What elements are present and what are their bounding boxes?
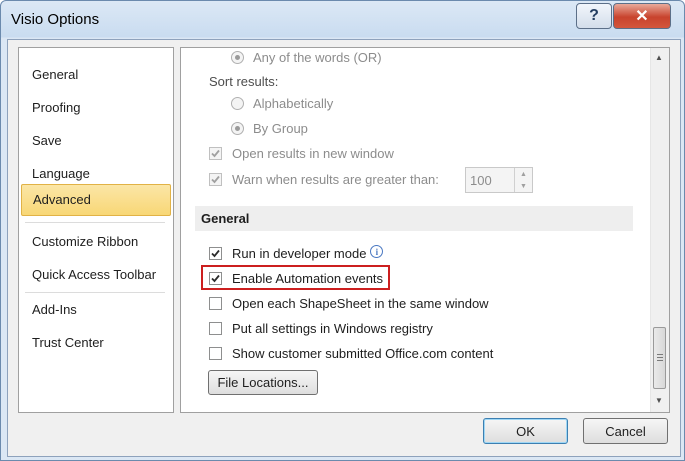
general-section-header: General	[195, 206, 633, 231]
spinner-up-icon[interactable]: ▲	[514, 168, 532, 180]
checkbox-automation-events[interactable]	[209, 272, 222, 285]
scrollbar-thumb[interactable]	[653, 327, 666, 389]
help-button[interactable]: ?	[576, 3, 612, 29]
dialog-body: General Proofing Save Language Advanced …	[7, 39, 681, 457]
sort-results-label: Sort results:	[209, 74, 279, 89]
nav-item-trust-center[interactable]: Trust Center	[21, 328, 171, 358]
radio-alphabetically[interactable]	[231, 97, 244, 110]
radio-by-group[interactable]	[231, 122, 244, 135]
checkbox-developer-mode[interactable]	[209, 247, 222, 260]
option-label: Show customer submitted Office.com conte…	[232, 346, 494, 361]
checkbox-warn-results[interactable]	[209, 173, 222, 186]
cancel-button[interactable]: Cancel	[583, 418, 668, 444]
checkbox-open-new-window[interactable]	[209, 147, 222, 160]
radio-any-words[interactable]	[231, 51, 244, 64]
category-list: General Proofing Save Language Advanced …	[18, 47, 174, 413]
option-developer-mode[interactable]: Run in developer mode i	[209, 245, 384, 261]
checkbox-shapesheet-same-window[interactable]	[209, 297, 222, 310]
title-bar: Visio Options ? ✕	[1, 1, 684, 39]
advanced-options-panel: Any of the words (OR) Sort results: Alph…	[180, 47, 670, 413]
ok-button[interactable]: OK	[483, 418, 568, 444]
option-shapesheet-same-window[interactable]: Open each ShapeSheet in the same window	[209, 296, 489, 311]
option-by-group[interactable]: By Group	[231, 121, 308, 136]
file-locations-button[interactable]: File Locations...	[208, 370, 318, 395]
scroll-down-icon[interactable]: ▼	[655, 396, 663, 405]
nav-item-quick-access-toolbar[interactable]: Quick Access Toolbar	[21, 260, 171, 290]
option-office-content[interactable]: Show customer submitted Office.com conte…	[209, 346, 493, 361]
info-icon[interactable]: i	[370, 245, 384, 258]
option-label: Open each ShapeSheet in the same window	[232, 296, 489, 311]
options-dialog: Visio Options ? ✕ General Proofing Save …	[0, 0, 685, 461]
checkbox-office-content[interactable]	[209, 347, 222, 360]
nav-item-proofing[interactable]: Proofing	[21, 93, 171, 123]
option-any-words[interactable]: Any of the words (OR)	[231, 50, 382, 65]
close-button[interactable]: ✕	[613, 3, 671, 29]
option-alphabetically[interactable]: Alphabetically	[231, 96, 333, 111]
nav-divider	[25, 292, 165, 293]
nav-item-general[interactable]: General	[21, 60, 171, 90]
nav-item-customize-ribbon[interactable]: Customize Ribbon	[21, 227, 171, 257]
option-label: By Group	[253, 121, 308, 136]
option-open-new-window[interactable]: Open results in new window	[209, 146, 394, 161]
results-limit-value[interactable]: 100	[470, 173, 492, 188]
nav-item-advanced[interactable]: Advanced	[21, 184, 171, 216]
results-limit-spinner[interactable]: 100 ▲ ▼	[465, 167, 533, 193]
scroll-up-icon[interactable]: ▲	[655, 53, 663, 62]
nav-item-save[interactable]: Save	[21, 126, 171, 156]
option-label: Any of the words (OR)	[253, 50, 382, 65]
options-scrollbar[interactable]: ▲ ▼	[650, 48, 669, 412]
option-automation-events[interactable]: Enable Automation events	[209, 271, 383, 286]
option-label: Open results in new window	[232, 146, 394, 161]
checkbox-registry[interactable]	[209, 322, 222, 335]
nav-divider	[25, 222, 165, 223]
option-label: Warn when results are greater than:	[232, 172, 439, 187]
option-label: Enable Automation events	[232, 271, 384, 286]
option-warn-results[interactable]: Warn when results are greater than:	[209, 172, 439, 187]
spinner-down-icon[interactable]: ▼	[514, 180, 532, 192]
nav-item-add-ins[interactable]: Add-Ins	[21, 295, 171, 325]
option-registry[interactable]: Put all settings in Windows registry	[209, 321, 433, 336]
window-title: Visio Options	[11, 11, 100, 28]
option-label: Run in developer mode	[232, 246, 367, 261]
option-label: Put all settings in Windows registry	[232, 321, 433, 336]
option-label: Alphabetically	[253, 96, 334, 111]
